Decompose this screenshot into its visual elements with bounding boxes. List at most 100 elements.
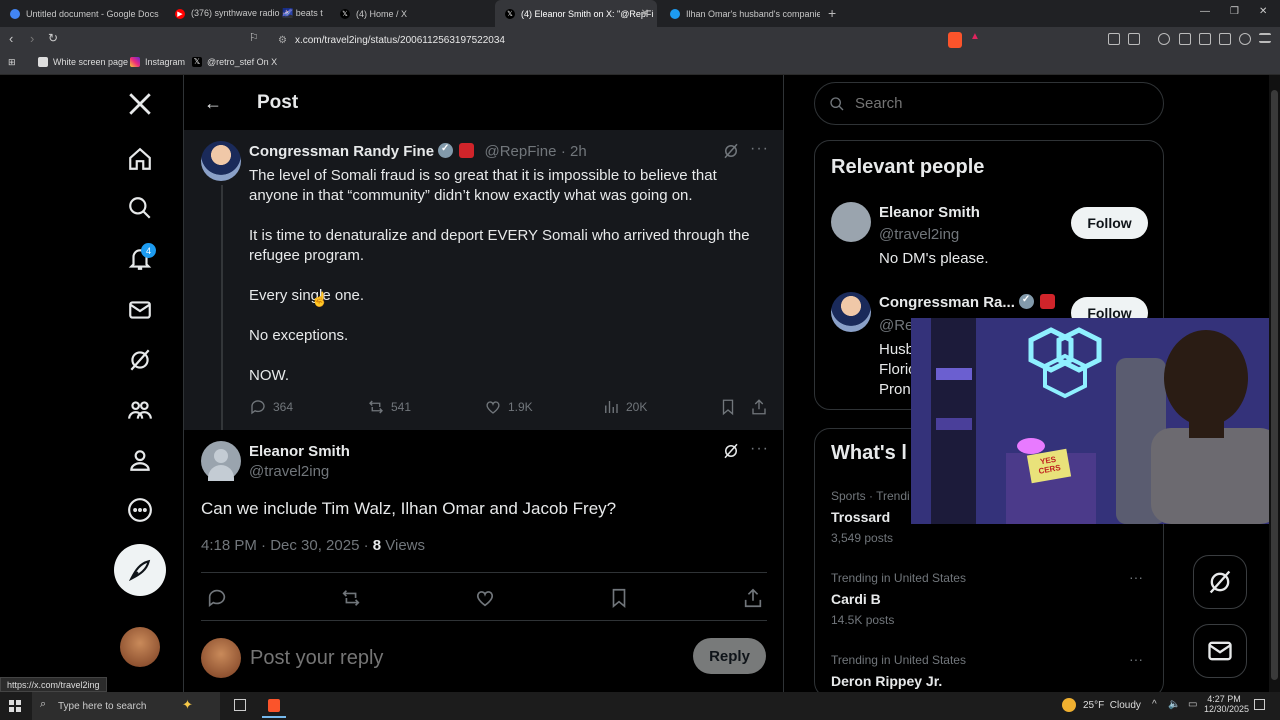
reply-input[interactable] [250,643,670,673]
tweet-timestamp[interactable]: 4:18 PM · Dec 30, 2025 · [201,537,373,554]
close-tab-icon[interactable]: ✕ [641,8,649,19]
brave-shields-icon[interactable] [948,32,962,48]
forward-icon[interactable]: › [30,31,34,46]
more-circle-icon[interactable] [124,494,156,526]
trend-meta: Trending in United States [831,653,966,667]
clock-date: 12/30/2025 [1204,704,1250,714]
bookmark-retro-stef[interactable]: 𝕏 @retro_stef On X [192,57,277,67]
tweet-avatar[interactable] [201,141,241,181]
restore-icon[interactable]: ❐ [1230,6,1239,17]
home-icon[interactable] [124,143,156,175]
new-tab-button[interactable]: + [828,5,836,21]
media-icon[interactable] [1158,33,1170,45]
main-tweet-author-name[interactable]: Eleanor Smith [249,443,350,460]
tab-label: (4) Home / X [356,8,408,19]
trend-title[interactable]: Cardi B [831,591,881,607]
notification-center-icon[interactable] [1254,699,1265,710]
trend-title[interactable]: Deron Rippey Jr. [831,673,942,689]
reload-icon[interactable]: ↻ [48,31,58,45]
tray-chevron-icon[interactable]: ^ [1152,699,1157,710]
author-name[interactable]: Congressman Randy Fine [249,143,434,160]
grok-icon[interactable] [124,344,156,376]
x-logo-icon[interactable] [124,88,156,120]
floating-grok-button[interactable] [1193,555,1247,609]
bookmark-icon[interactable] [608,587,630,614]
parent-tweet[interactable]: Congressman Randy Fine @RepFine · 2h ···… [184,130,783,430]
bookmark-instagram[interactable]: Instagram [130,57,185,67]
webcam-scene [911,318,1280,524]
network-icon[interactable]: ▭ [1188,699,1197,710]
account-avatar[interactable] [120,627,160,667]
share-icon[interactable] [750,398,768,421]
grok-explain-icon[interactable] [722,442,740,465]
tab-x-home[interactable]: 𝕏 (4) Home / X [330,0,495,27]
bookmark-page-icon[interactable]: ⚐ [249,31,259,44]
author-handle[interactable]: @RepFine [485,143,557,160]
brave-taskbar-icon[interactable] [262,694,286,718]
vpn-icon[interactable] [1239,33,1251,45]
main-tweet-avatar[interactable] [201,441,241,481]
tab-ilhan-omar[interactable]: Ilhan Omar's husband's companies s [660,0,820,27]
tweet-time[interactable]: · 2h [561,143,587,160]
reply-stat[interactable]: 364 [249,398,293,416]
repost-icon[interactable] [340,587,362,614]
compose-post-button[interactable] [114,544,166,596]
follow-button[interactable]: Follow [1071,207,1148,239]
bookmark-icon[interactable] [719,398,737,421]
search-input[interactable] [855,95,1135,112]
minimize-icon[interactable]: — [1200,6,1210,17]
bookmark-white-screen[interactable]: White screen page [38,57,128,67]
back-arrow-icon[interactable]: ← [204,93,222,114]
like-stat[interactable]: 1.9K [484,398,533,416]
repost-stat[interactable]: 541 [367,398,411,416]
trend-more-icon[interactable]: ··· [1129,651,1143,667]
grok-explain-icon[interactable] [722,142,740,165]
search-box[interactable] [814,82,1164,125]
person-handle[interactable]: @travel2ing [879,226,959,243]
taskbar-clock[interactable]: 4:27 PM 12/30/2025 [1204,694,1250,714]
trend-title[interactable]: Trossard [831,509,890,525]
more-options-icon[interactable]: ··· [750,140,769,158]
person-handle[interactable]: @Re [879,317,913,334]
post-header: ← Post [184,75,783,130]
brave-rewards-icon[interactable]: ▲ [970,31,980,42]
more-options-icon[interactable]: ··· [750,440,769,458]
heart-icon[interactable] [474,587,496,614]
back-icon[interactable]: ‹ [9,31,13,46]
trend-more-icon[interactable]: ··· [1129,569,1143,585]
communities-icon[interactable] [124,394,156,426]
floating-messages-button[interactable] [1193,624,1247,678]
tab-youtube[interactable]: ▶ (376) synthwave radio 🌌 beats t [165,0,330,27]
address-bar[interactable]: ⚙ x.com/travel2ing/status/20061125631975… [268,29,990,51]
tab-eleanor-smith[interactable]: 𝕏 (4) Eleanor Smith on X: "@RepFi ✕ [495,0,657,27]
taskbar-search[interactable]: ⌕ Type here to search ✦ [32,692,220,720]
reply-icon[interactable] [206,587,228,614]
share-icon[interactable] [742,587,764,614]
views-stat[interactable]: 20K [602,398,647,416]
windows-start-icon[interactable] [9,700,21,712]
site-info-icon[interactable]: ⚙ [278,35,287,46]
main-tweet-author-handle[interactable]: @travel2ing [249,463,329,480]
task-view-icon[interactable] [234,699,246,711]
tab-google-docs[interactable]: Untitled document - Google Docs [0,0,165,27]
sidebar-icon[interactable] [1179,33,1191,45]
wallet-icon[interactable] [1199,33,1211,45]
instagram-icon [130,57,140,67]
scrollbar-thumb[interactable] [1271,90,1278,680]
person-name[interactable]: Eleanor Smith [879,204,980,221]
close-window-icon[interactable]: ✕ [1259,6,1267,17]
profile-icon[interactable] [1219,33,1231,45]
menu-icon[interactable] [1259,33,1271,43]
screenshot-icon[interactable] [1128,33,1140,45]
apps-grid-icon[interactable]: ⊞ [8,57,16,68]
person-avatar[interactable] [831,292,871,332]
weather-text[interactable]: 25°F Cloudy [1083,700,1141,711]
volume-icon[interactable]: 🔈 [1168,699,1180,710]
messages-icon[interactable] [124,294,156,326]
reply-button[interactable]: Reply [693,638,766,674]
person-name[interactable]: Congressman Ra... [879,294,1015,311]
search-icon[interactable] [124,192,156,224]
person-avatar[interactable] [831,202,871,242]
profile-icon[interactable] [124,444,156,476]
extensions-icon[interactable] [1108,33,1120,45]
